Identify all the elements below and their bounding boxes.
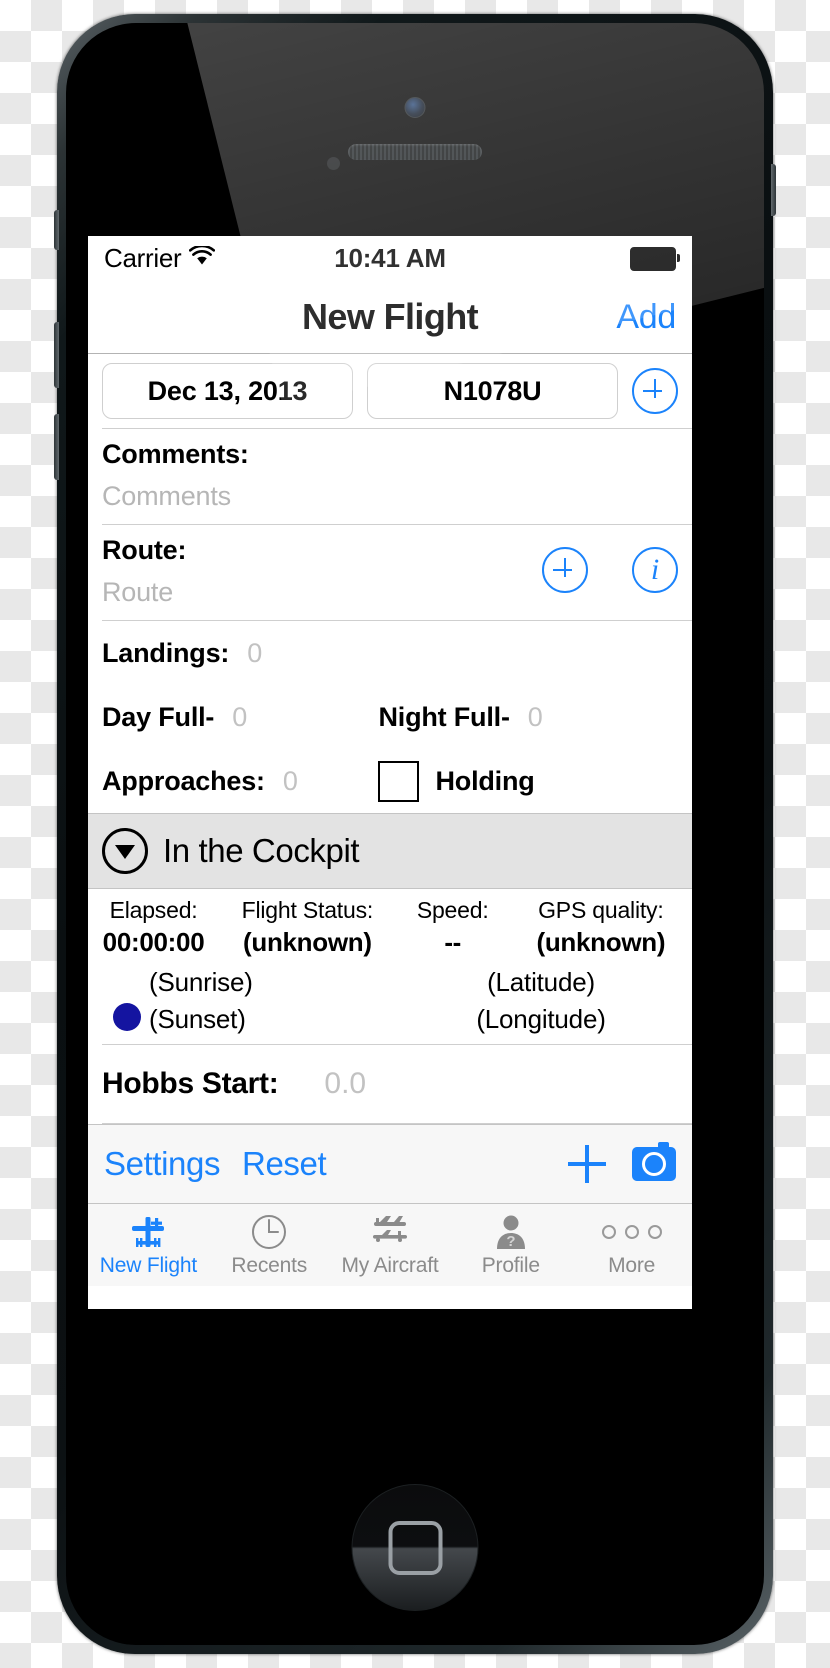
- speed-value: --: [444, 927, 462, 957]
- svg-text:?: ?: [506, 1233, 515, 1250]
- sun-coords-grid: (Sunrise) (Latitude) (Sunset) (Longitude…: [88, 964, 692, 1038]
- three-dots-icon: [601, 1213, 662, 1251]
- tab-recents[interactable]: Recents: [209, 1204, 330, 1286]
- comments-section[interactable]: Comments: Comments: [88, 429, 692, 524]
- cockpit-title: In the Cockpit: [163, 832, 360, 869]
- in-the-cockpit-header[interactable]: In the Cockpit: [88, 813, 692, 889]
- day-full-label: Day Full-: [102, 701, 215, 732]
- holding-group: Holding: [378, 760, 678, 802]
- power-button[interactable]: [771, 164, 776, 216]
- hobbs-start-input[interactable]: 0.0: [324, 1067, 366, 1101]
- info-circle-icon[interactable]: i: [632, 547, 678, 593]
- flight-status-label: Flight Status:: [241, 897, 374, 923]
- elapsed-value: 00:00:00: [102, 927, 205, 957]
- aircraft-field[interactable]: N1078U: [367, 363, 618, 419]
- proximity-sensor: [327, 157, 340, 170]
- navigation-bar: New Flight Add: [88, 281, 692, 354]
- camera-icon[interactable]: [632, 1142, 676, 1181]
- status-bar: Carrier 10:41 AM: [88, 236, 692, 281]
- battery-full-icon: [630, 246, 680, 271]
- tab-label: More: [608, 1253, 656, 1277]
- gps-quality-value: (unknown): [536, 927, 666, 957]
- home-button[interactable]: [351, 1484, 479, 1611]
- day-full-input[interactable]: 0: [232, 702, 247, 733]
- volume-up-button[interactable]: [54, 322, 59, 388]
- sunset-moon-icon: [102, 1003, 136, 1037]
- clock-icon: [250, 1213, 288, 1251]
- tab-label: New Flight: [99, 1253, 197, 1277]
- clock-time: 10:41 AM: [334, 243, 446, 273]
- plus-icon[interactable]: [568, 1145, 606, 1183]
- comments-input[interactable]: Comments: [102, 481, 678, 512]
- approaches-holding-row: Approaches: 0 Holding: [88, 749, 692, 813]
- night-full-input[interactable]: 0: [528, 702, 543, 733]
- plus-horizontal: [643, 389, 662, 393]
- cockpit-status-block: Elapsed: Flight Status: Speed: GPS quali…: [88, 889, 692, 1044]
- sunset-row: (Sunset): [88, 1001, 390, 1038]
- tab-new-flight[interactable]: New Flight: [88, 1204, 209, 1286]
- sunrise-text: (Sunrise): [149, 967, 253, 997]
- date-aircraft-row: Dec 13, 2013 N1078U: [88, 354, 692, 428]
- landings-input[interactable]: 0: [247, 638, 262, 669]
- triangle-down: [115, 845, 135, 859]
- two-airplanes-icon: [368, 1213, 412, 1251]
- plus-circle-icon-route[interactable]: [542, 547, 588, 593]
- comments-label: Comments:: [102, 439, 249, 469]
- iphone-device: Carrier 10:41 AM New Flight Add Dec 13, …: [54, 14, 776, 1654]
- landings-label: Landings:: [102, 637, 230, 668]
- plus-circle-icon-aircraft[interactable]: [632, 368, 678, 414]
- sunrise-row: (Sunrise): [88, 964, 390, 1001]
- person-question-icon: ?: [492, 1213, 530, 1251]
- tab-label: Recents: [231, 1253, 308, 1277]
- front-camera: [404, 97, 426, 118]
- bottom-toolbar: Settings Reset: [88, 1124, 692, 1203]
- sunset-text: (Sunset): [149, 1004, 246, 1034]
- flight-status-value: (unknown): [243, 927, 372, 957]
- route-actions: i: [542, 547, 678, 593]
- landings-row: Landings: 0: [88, 621, 692, 685]
- form-content: Dec 13, 2013 N1078U Comments: Comments R…: [88, 354, 692, 1286]
- approaches-label: Approaches:: [102, 765, 265, 796]
- cockpit-status-grid: Elapsed: Flight Status: Speed: GPS quali…: [88, 897, 692, 958]
- reset-button[interactable]: Reset: [242, 1145, 327, 1183]
- route-section[interactable]: Route: Route i: [88, 525, 692, 620]
- plus-vertical: [563, 558, 567, 577]
- silent-switch[interactable]: [54, 210, 59, 250]
- hobbs-start-label: Hobbs Start:: [102, 1067, 279, 1100]
- latitude-text: (Latitude): [487, 967, 595, 997]
- tab-profile[interactable]: ? Profile: [450, 1204, 571, 1286]
- airplane-plus-icon: [128, 1213, 168, 1251]
- tab-bar: New Flight Recents My Aircraft ? Profile…: [88, 1203, 692, 1286]
- day-night-full-row: Day Full- 0 Night Full- 0: [88, 685, 692, 749]
- speed-label: Speed:: [416, 897, 489, 923]
- sunrise-icon: [102, 966, 136, 1000]
- night-full-label: Night Full-: [378, 701, 510, 732]
- volume-down-button[interactable]: [54, 414, 59, 480]
- tab-my-aircraft[interactable]: My Aircraft: [330, 1204, 451, 1286]
- tab-more[interactable]: More: [571, 1204, 692, 1286]
- tab-label: My Aircraft: [341, 1253, 439, 1277]
- approaches-input[interactable]: 0: [283, 766, 298, 797]
- toolbar-right-actions: [568, 1142, 676, 1183]
- earpiece-speaker: [348, 144, 482, 160]
- holding-checkbox[interactable]: [378, 760, 420, 802]
- night-full-group: Night Full- 0: [378, 702, 678, 733]
- status-bar-right: [630, 246, 680, 271]
- longitude-text: (Longitude): [476, 1004, 606, 1034]
- holding-label: Holding: [435, 765, 535, 796]
- add-button[interactable]: Add: [616, 298, 676, 337]
- hobbs-start-row: Hobbs Start: 0.0: [88, 1045, 692, 1123]
- gps-quality-label: GPS quality:: [538, 897, 664, 923]
- page-title: New Flight: [302, 296, 479, 337]
- home-square-icon: [388, 1520, 442, 1575]
- app-screen: Carrier 10:41 AM New Flight Add Dec 13, …: [88, 236, 692, 1309]
- elapsed-label: Elapsed:: [109, 897, 198, 923]
- triangle-down-circle-icon[interactable]: [102, 828, 148, 874]
- plus-vertical: [653, 379, 657, 398]
- date-field[interactable]: Dec 13, 2013: [102, 363, 353, 419]
- tab-label: Profile: [481, 1253, 540, 1277]
- plus-horizontal: [553, 568, 572, 572]
- settings-button[interactable]: Settings: [104, 1145, 220, 1183]
